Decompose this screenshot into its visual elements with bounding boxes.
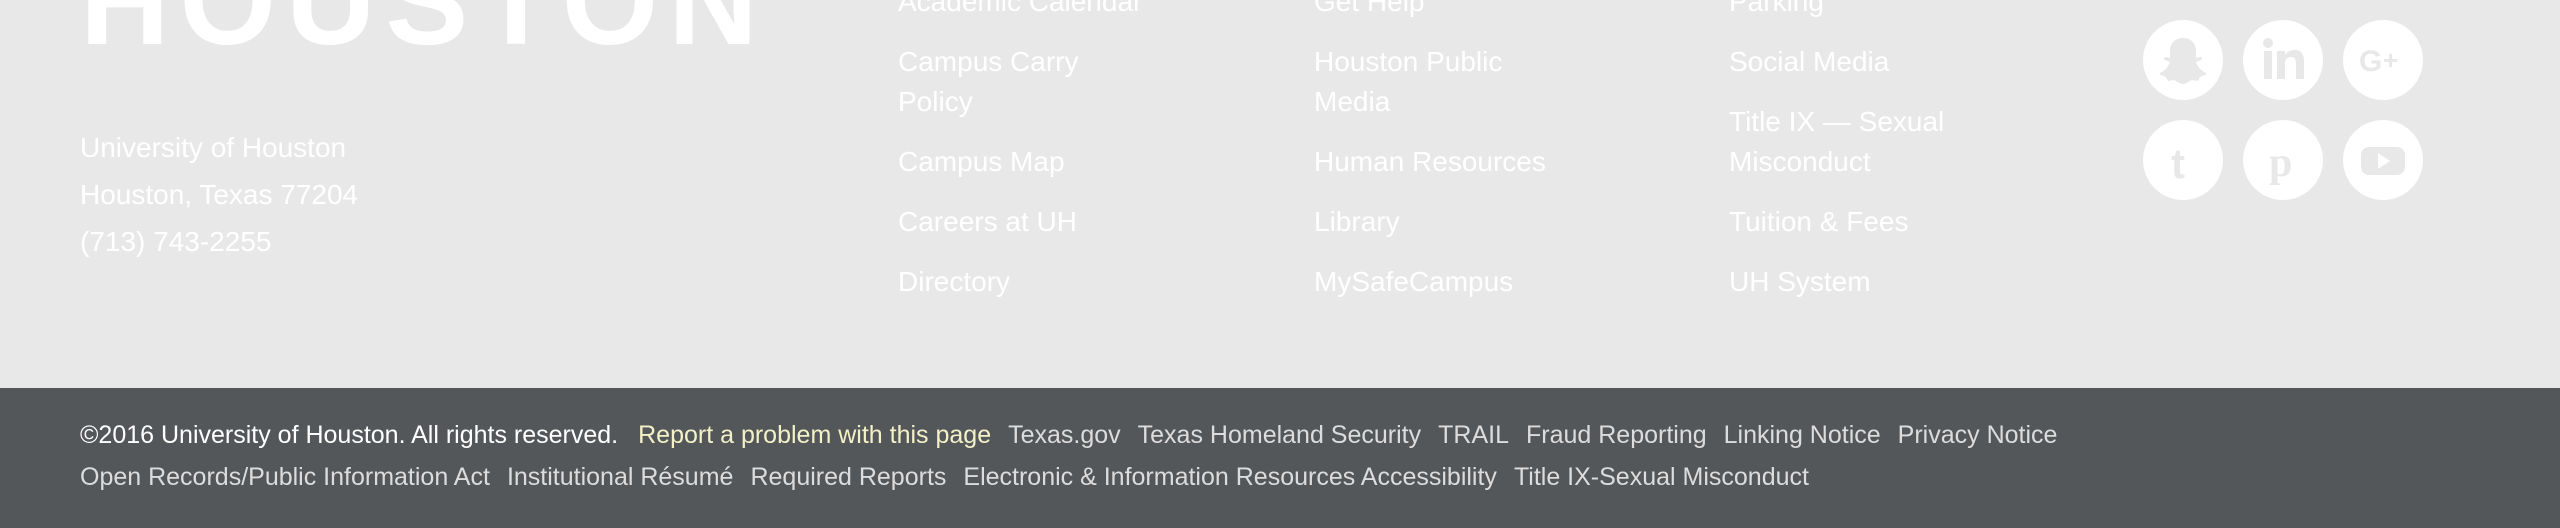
legal-link-required-reports[interactable]: Required Reports xyxy=(750,463,946,491)
footer-link-houston-public-media[interactable]: Houston Public Media xyxy=(1314,42,1574,122)
social-media-icons: G + t p xyxy=(2143,20,2443,220)
site-footer: HOUSTON University of Houston Houston, T… xyxy=(0,0,2560,528)
footer-legal-bar: ©2016 University of Houston. All rights … xyxy=(0,388,2560,528)
university-logo[interactable]: HOUSTON xyxy=(80,0,768,64)
footer-link-campus-carry-policy[interactable]: Campus Carry Policy xyxy=(898,42,1158,122)
address-line-2: Houston, Texas 77204 xyxy=(80,179,359,210)
copyright-notice: ©2016 University of Houston. All rights … xyxy=(80,421,619,449)
svg-text:t: t xyxy=(2171,140,2185,187)
legal-link-open-records[interactable]: Open Records/Public Information Act xyxy=(80,463,490,491)
footer-link-human-resources[interactable]: Human Resources xyxy=(1314,142,1574,182)
snapchat-icon[interactable] xyxy=(2143,20,2223,100)
footer-links-column-3: Parking Social Media Title IX — Sexual M… xyxy=(1729,0,1999,322)
footer-link-tuition-fees[interactable]: Tuition & Fees xyxy=(1729,202,1999,242)
svg-text:p: p xyxy=(2269,140,2292,186)
legal-link-texas-gov[interactable]: Texas.gov xyxy=(1008,421,1121,449)
svg-text:G: G xyxy=(2359,45,2382,78)
footer-link-get-help[interactable]: Get Help xyxy=(1314,0,1574,22)
footer-link-social-media[interactable]: Social Media xyxy=(1729,42,1999,82)
legal-link-institutional-resume[interactable]: Institutional Résumé xyxy=(507,463,734,491)
legal-link-texas-homeland-security[interactable]: Texas Homeland Security xyxy=(1138,421,1421,449)
footer-upper: HOUSTON University of Houston Houston, T… xyxy=(0,0,2560,388)
pinterest-icon[interactable]: p xyxy=(2243,120,2323,200)
footer-links-column-2: Get Help Houston Public Media Human Reso… xyxy=(1314,0,1574,322)
footer-link-parking[interactable]: Parking xyxy=(1729,0,1999,22)
legal-link-linking-notice[interactable]: Linking Notice xyxy=(1724,421,1881,449)
address-line-1: University of Houston xyxy=(80,132,347,163)
social-row-1: G + xyxy=(2143,20,2443,120)
report-problem-link[interactable]: Report a problem with this page xyxy=(638,421,991,449)
legal-link-trail[interactable]: TRAIL xyxy=(1438,421,1509,449)
legal-link-eir-accessibility[interactable]: Electronic & Information Resources Acces… xyxy=(963,463,1497,491)
footer-link-uh-system[interactable]: UH System xyxy=(1729,262,1999,302)
svg-text:+: + xyxy=(2383,45,2398,75)
google-plus-icon[interactable]: G + xyxy=(2343,20,2423,100)
footer-links-column-1: Academic Calendar Campus Carry Policy Ca… xyxy=(898,0,1158,322)
legal-link-title-ix[interactable]: Title IX-Sexual Misconduct xyxy=(1514,463,1809,491)
tumblr-icon[interactable]: t xyxy=(2143,120,2223,200)
footer-link-academic-calendar[interactable]: Academic Calendar xyxy=(898,0,1158,22)
address-block: University of Houston Houston, Texas 772… xyxy=(80,124,358,265)
footer-link-directory[interactable]: Directory xyxy=(898,262,1158,302)
footer-link-mysafecampus[interactable]: MySafeCampus xyxy=(1314,262,1574,302)
social-row-2: t p xyxy=(2143,120,2443,220)
footer-link-title-ix[interactable]: Title IX — Sexual Misconduct xyxy=(1729,102,1999,182)
legal-links-row-2: Open Records/Public Information Act Insti… xyxy=(80,461,1826,493)
linkedin-icon[interactable] xyxy=(2243,20,2323,100)
footer-link-careers[interactable]: Careers at UH xyxy=(898,202,1158,242)
footer-link-campus-map[interactable]: Campus Map xyxy=(898,142,1158,182)
phone-number: (713) 743-2255 xyxy=(80,226,272,257)
youtube-icon[interactable] xyxy=(2343,120,2423,200)
footer-link-library[interactable]: Library xyxy=(1314,202,1574,242)
legal-links-row-1: ©2016 University of Houston. All rights … xyxy=(80,419,2074,451)
legal-link-fraud-reporting[interactable]: Fraud Reporting xyxy=(1526,421,1707,449)
legal-link-privacy-notice[interactable]: Privacy Notice xyxy=(1898,421,2058,449)
